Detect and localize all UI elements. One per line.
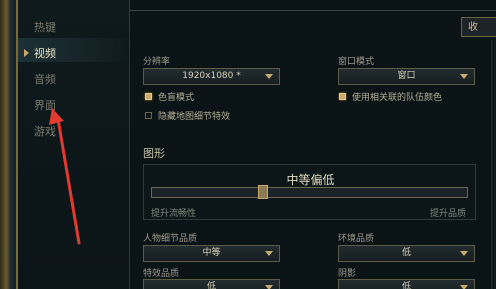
- environment-quality-dropdown[interactable]: 低: [338, 245, 475, 262]
- team-color-label: 使用相关联的队伍颜色: [352, 93, 443, 103]
- window-mode-label: 窗口模式: [338, 57, 375, 67]
- effects-quality-value: 低: [206, 282, 216, 289]
- sidebar-item-video[interactable]: 视频: [24, 43, 56, 63]
- window-mode-value: 窗口: [397, 71, 416, 81]
- shadows-value: 低: [401, 282, 411, 289]
- shadows-dropdown[interactable]: 低: [338, 279, 475, 289]
- colorblind-label: 色盲模式: [158, 93, 195, 103]
- close-button[interactable]: 收: [461, 17, 496, 37]
- character-quality-label: 人物细节品质: [143, 234, 198, 244]
- graphics-preset-panel: 中等偏低 提升流畅性 提升品质: [143, 164, 476, 220]
- shadows-label: 阴影: [338, 269, 357, 279]
- resolution-value: 1920x1080 *: [182, 71, 241, 81]
- character-quality-value: 中等: [202, 248, 221, 258]
- sidebar-item-audio[interactable]: 音频: [34, 69, 56, 89]
- chevron-down-icon: [460, 251, 468, 256]
- graphics-section-title: 图形: [143, 147, 165, 160]
- slider-handle[interactable]: [258, 185, 269, 199]
- environment-quality-value: 低: [401, 248, 411, 258]
- slider-right-hint: 提升品质: [429, 209, 466, 219]
- sidebar-item-hotkeys[interactable]: 热键: [34, 17, 56, 37]
- slider-left-hint: 提升流畅性: [151, 209, 197, 219]
- graphics-preset-label: 中等偏低: [286, 173, 335, 187]
- chevron-down-icon: [265, 74, 273, 79]
- hide-eye-candy-checkbox[interactable]: [145, 112, 152, 119]
- colorblind-checkbox[interactable]: [145, 93, 152, 100]
- chevron-down-icon: [265, 251, 273, 256]
- environment-quality-label: 环境品质: [338, 234, 375, 244]
- window-border-ornament: [0, 0, 18, 289]
- hide-eye-candy-label: 隐藏地图细节特效: [158, 112, 231, 122]
- content-top-divider: [130, 10, 496, 11]
- scrollbar[interactable]: [491, 40, 496, 289]
- sidebar-item-interface[interactable]: 界面: [34, 95, 56, 115]
- effects-quality-label: 特效品质: [143, 269, 180, 279]
- character-quality-dropdown[interactable]: 中等: [143, 245, 280, 262]
- effects-quality-dropdown[interactable]: 低: [143, 279, 280, 289]
- chevron-down-icon: [265, 285, 273, 289]
- resolution-label: 分辨率: [143, 57, 171, 67]
- resolution-dropdown[interactable]: 1920x1080 *: [143, 68, 280, 85]
- settings-window: 热键 视频 音频 界面 游戏 收 分辨率 1920x1080 * 窗口模式 窗口…: [0, 0, 496, 289]
- sidebar-item-game[interactable]: 游戏: [34, 121, 56, 141]
- chevron-down-icon: [460, 285, 468, 289]
- team-color-checkbox[interactable]: [339, 93, 346, 100]
- window-mode-dropdown[interactable]: 窗口: [338, 68, 475, 85]
- chevron-down-icon: [460, 74, 468, 79]
- graphics-quality-slider[interactable]: [151, 187, 468, 198]
